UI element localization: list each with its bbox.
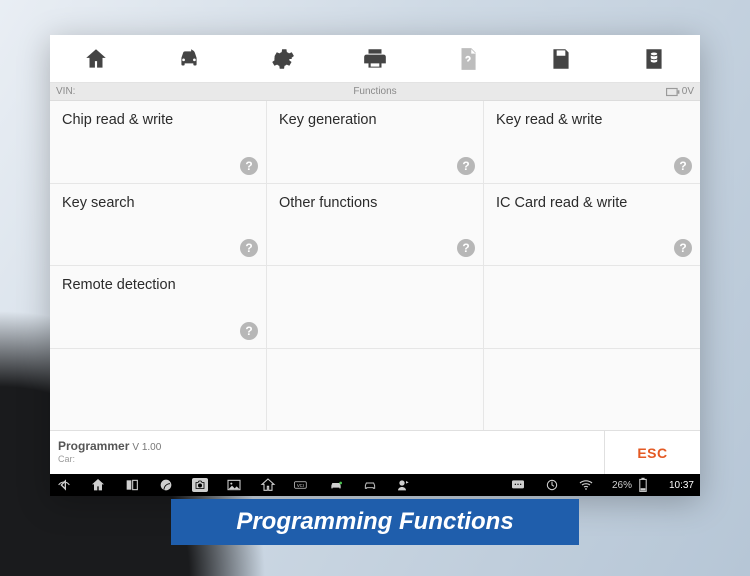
cell-ic-card[interactable]: IC Card read & write? <box>484 184 700 266</box>
app-window: VIN: Functions 0V Chip read & write? Key… <box>50 35 700 496</box>
settings-icon[interactable] <box>236 35 329 82</box>
camera-icon[interactable] <box>192 477 208 493</box>
footer: ProgrammerV 1.00 Car: ESC <box>50 430 700 474</box>
cell-remote-detect[interactable]: Remote detection? <box>50 266 266 348</box>
home-icon[interactable] <box>50 35 143 82</box>
page-title: Functions <box>50 86 700 97</box>
back-icon[interactable] <box>56 477 72 493</box>
help-icon[interactable]: ? <box>457 157 475 175</box>
status-strip: VIN: Functions 0V <box>50 83 700 101</box>
support-icon[interactable] <box>396 477 412 493</box>
browser-icon[interactable] <box>158 477 174 493</box>
help-icon[interactable]: ? <box>674 157 692 175</box>
help-icon[interactable]: ? <box>240 322 258 340</box>
cell-key-rw[interactable]: Key read & write? <box>484 101 700 183</box>
cell-key-gen[interactable]: Key generation? <box>267 101 483 183</box>
cell-empty <box>50 349 266 431</box>
battery-status-icon <box>635 477 651 493</box>
vehicle-icon[interactable] <box>143 35 236 82</box>
cell-chip-rw[interactable]: Chip read & write? <box>50 101 266 183</box>
esc-button[interactable]: ESC <box>604 431 700 474</box>
car-key-icon[interactable] <box>328 477 344 493</box>
data-log-icon[interactable] <box>607 35 700 82</box>
cast-icon <box>544 477 560 493</box>
help-icon[interactable]: ? <box>240 239 258 257</box>
cell-empty <box>484 349 700 431</box>
print-icon[interactable] <box>329 35 422 82</box>
programmer-label: Programmer <box>58 439 129 453</box>
battery-pct: 26% <box>612 480 632 491</box>
help-doc-icon[interactable] <box>421 35 514 82</box>
nav-home-icon[interactable] <box>90 477 106 493</box>
help-icon[interactable]: ? <box>457 239 475 257</box>
programmer-version: V 1.00 <box>132 442 161 453</box>
clock: 10:37 <box>669 480 694 491</box>
wifi-icon <box>578 477 594 493</box>
help-icon[interactable]: ? <box>240 157 258 175</box>
cell-empty <box>267 266 483 348</box>
cell-empty <box>484 266 700 348</box>
help-icon[interactable]: ? <box>674 239 692 257</box>
cell-other[interactable]: Other functions? <box>267 184 483 266</box>
gallery-icon[interactable] <box>226 477 242 493</box>
home-outline-icon[interactable] <box>260 477 276 493</box>
message-icon <box>510 477 526 493</box>
functions-grid: Chip read & write? Key generation? Key r… <box>50 101 700 430</box>
cell-empty <box>267 349 483 431</box>
cell-key-search[interactable]: Key search? <box>50 184 266 266</box>
car-label: Car: <box>58 454 596 464</box>
vci-icon[interactable]: VCI <box>294 477 310 493</box>
top-toolbar <box>50 35 700 83</box>
svg-text:VCI: VCI <box>297 483 304 488</box>
car-outline-icon[interactable] <box>362 477 378 493</box>
save-icon[interactable] <box>514 35 607 82</box>
caption-banner: Programming Functions <box>171 499 579 545</box>
recent-apps-icon[interactable] <box>124 477 140 493</box>
android-navbar: VCI 26% 10:37 <box>50 474 700 496</box>
